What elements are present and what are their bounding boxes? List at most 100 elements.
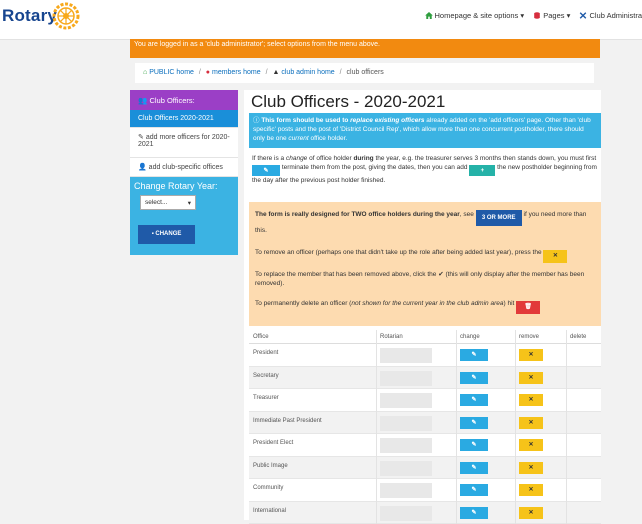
save-icon: ▪ [152, 231, 154, 237]
change-officer-button[interactable]: ✎ [460, 372, 488, 384]
trash-icon: 🗑 [524, 304, 532, 310]
edit-icon: ✎ [471, 375, 476, 381]
breadcrumb-separator: / [199, 69, 201, 76]
office-name: Secretary [253, 373, 279, 379]
col-rotarian-header: Rotarian [380, 334, 403, 340]
remove-officer-button[interactable]: ✕ [519, 394, 543, 406]
remove-officer-button[interactable]: ✕ [519, 372, 543, 384]
note-replace-member: To replace the member that has been remo… [255, 270, 595, 288]
rotarian-field [380, 483, 432, 498]
home-icon [425, 12, 433, 19]
nav-links: Homepage & site options ▾ Pages ▾ Club A… [418, 11, 642, 20]
table-row: President ✎ ✕ [249, 344, 601, 367]
change-officer-button[interactable]: ✎ [460, 394, 488, 406]
users-icon: 👥 [138, 96, 147, 105]
edit-icon: ✎ [471, 352, 476, 358]
sidebar-item-club-officers[interactable]: Club Officers 2020-2021 [130, 110, 238, 128]
change-officer-button[interactable]: ✎ [460, 439, 488, 451]
change-officer-button[interactable]: ✎ [460, 462, 488, 474]
change-officer-button[interactable]: ✎ [460, 349, 488, 361]
col-remove-header: remove [519, 334, 539, 340]
table-row: Immediate Past President ✎ ✕ [249, 412, 601, 435]
close-icon: ✕ [528, 420, 533, 426]
edit-icon: ✎ [471, 465, 476, 471]
office-name: President [253, 350, 278, 356]
breadcrumb-public-home[interactable]: PUBLIC home [149, 69, 194, 76]
edit-icon: ✎ [471, 510, 476, 516]
database-icon [533, 12, 541, 19]
change-year-button[interactable]: ▪ CHANGE [138, 225, 195, 244]
col-office-header: Office [253, 334, 269, 340]
brand-name[interactable]: Rotary [2, 6, 57, 26]
top-navbar: Rotary Homepage & site options ▾ Pages ▾… [0, 0, 642, 40]
rotarian-field [380, 438, 432, 453]
office-name: Immediate Past President [253, 418, 322, 424]
close-icon: ✕ [553, 253, 558, 259]
delete-button-sample[interactable]: 🗑 [516, 301, 540, 314]
change-officer-button[interactable]: ✎ [460, 417, 488, 429]
sidebar-item-add-officers[interactable]: ✎ add more officers for 2020-2021 [130, 128, 238, 158]
rotary-year-select[interactable]: select... ▾ [140, 195, 196, 210]
page-title: Club Officers - 2020-2021 [251, 92, 445, 112]
bank-icon: ▲ [272, 69, 279, 76]
rotarian-field [380, 393, 432, 408]
terminate-edit-button-sample[interactable]: ✎ [252, 165, 280, 176]
breadcrumb-club-admin-home[interactable]: club admin home [281, 69, 334, 76]
remove-officer-button[interactable]: ✕ [519, 484, 543, 496]
breadcrumb: ⌂ PUBLIC home / ● members home / ▲ club … [135, 63, 594, 83]
office-name: Community [253, 485, 283, 491]
rotarian-field [380, 416, 432, 431]
info-alert: ⓘ This form should be used to replace ex… [249, 113, 601, 148]
remove-button-sample[interactable]: ✕ [543, 250, 567, 263]
sidebar-item-club-specific-offices[interactable]: 👤 add club-specific offices [130, 158, 238, 177]
office-name: President Elect [253, 440, 293, 446]
close-icon: ✕ [528, 397, 533, 403]
office-name: Public Image [253, 463, 288, 469]
office-name: International [253, 508, 286, 514]
table-column-divider [566, 330, 567, 524]
main-panel: Club Officers - 2020-2021 ⓘ This form sh… [244, 90, 601, 520]
remove-officer-button[interactable]: ✕ [519, 439, 543, 451]
add-plus-button-sample[interactable]: + [469, 165, 495, 176]
home-icon: ⌂ [143, 69, 147, 76]
close-icon: ✕ [528, 510, 533, 516]
table-row: Treasurer ✎ ✕ [249, 389, 601, 412]
instructions-paragraph: If there is a change of office holder du… [252, 154, 597, 185]
office-name: Treasurer [253, 395, 279, 401]
edit-icon: ✎ [471, 420, 476, 426]
nav-pages[interactable]: Pages ▾ [533, 11, 570, 20]
remove-officer-button[interactable]: ✕ [519, 462, 543, 474]
note-two-holders: The form is really designed for TWO offi… [255, 210, 595, 235]
breadcrumb-separator: / [266, 69, 268, 76]
table-column-divider [376, 330, 377, 524]
table-row: Public Image ✎ ✕ [249, 457, 601, 480]
change-officer-button[interactable]: ✎ [460, 507, 488, 519]
note-delete-officer: To permanently delete an officer (not sh… [255, 299, 595, 314]
three-or-more-button[interactable]: 3 OR MORE [476, 210, 522, 226]
remove-officer-button[interactable]: ✕ [519, 507, 543, 519]
remove-officer-button[interactable]: ✕ [519, 417, 543, 429]
breadcrumb-current: club officers [347, 69, 384, 76]
close-icon: ✕ [528, 352, 533, 358]
remove-officer-button[interactable]: ✕ [519, 349, 543, 361]
plus-icon: + [481, 168, 485, 174]
edit-icon: ✎ [263, 168, 268, 174]
nav-club-admin[interactable]: Club Administra [579, 11, 642, 20]
table-column-divider [456, 330, 457, 524]
close-icon: ✕ [528, 487, 533, 493]
usage-note-box: The form is really designed for TWO offi… [249, 202, 601, 326]
rotarian-field [380, 461, 432, 476]
nav-homepage-options[interactable]: Homepage & site options ▾ [425, 11, 525, 20]
table-row: Secretary ✎ ✕ [249, 367, 601, 390]
breadcrumb-members-home[interactable]: members home [212, 69, 261, 76]
col-change-header: change [460, 334, 480, 340]
col-delete-header: delete [570, 334, 586, 340]
rotarian-field [380, 371, 432, 386]
wrench-icon [579, 12, 587, 19]
rotary-wheel-logo[interactable] [52, 2, 80, 30]
sidebar-header: 👥 Club Officers: [130, 90, 238, 110]
change-officer-button[interactable]: ✎ [460, 484, 488, 496]
close-icon: ✕ [528, 375, 533, 381]
rotarian-field [380, 506, 432, 521]
table-row: Community ✎ ✕ [249, 479, 601, 502]
